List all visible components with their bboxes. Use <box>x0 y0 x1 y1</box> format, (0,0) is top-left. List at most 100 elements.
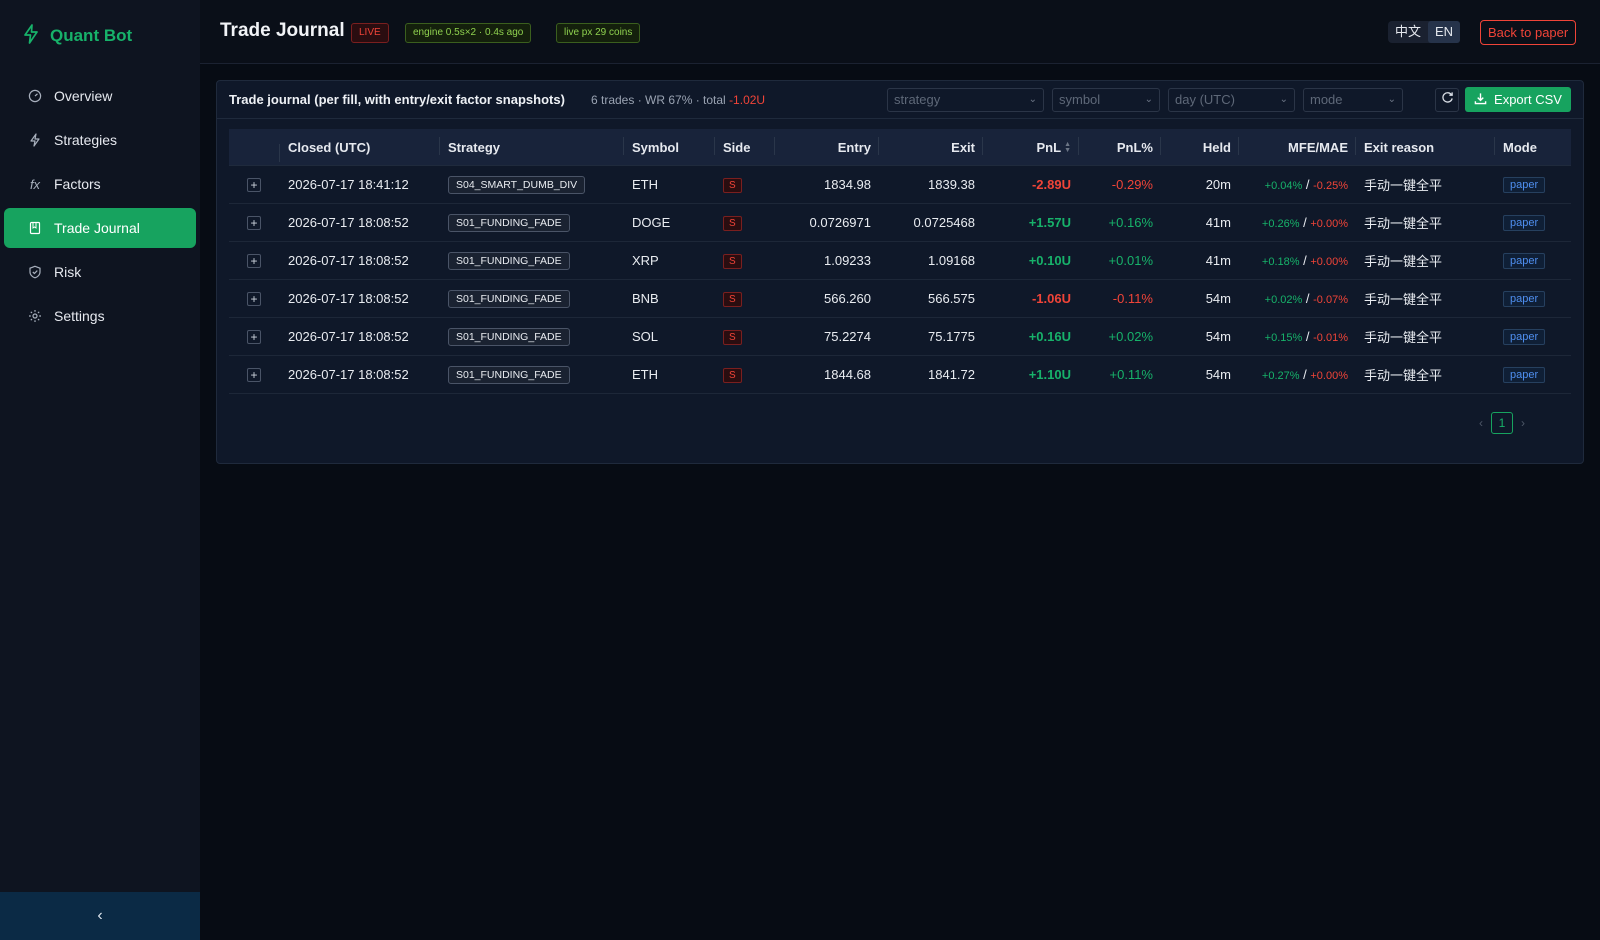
exit-reason-cell: 手动一键全平 <box>1364 368 1443 383</box>
strategy-cell: S01_FUNDING_FADE <box>440 289 624 308</box>
table-row[interactable]: +2026-07-17 18:08:52 S01_FUNDING_FADE DOGE… <box>229 204 1571 242</box>
mode-cell: paper <box>1495 290 1571 307</box>
lang-en-option[interactable]: EN <box>1428 21 1461 43</box>
expand-cell: + <box>229 329 280 344</box>
sidebar-item-trade-journal[interactable]: Trade Journal <box>4 208 196 248</box>
closed-cell: 2026-07-17 18:08:52 <box>288 367 409 382</box>
mae-value: -0.25% <box>1313 180 1348 192</box>
col-side[interactable]: Side <box>715 136 775 155</box>
mfe-value: +0.04% <box>1264 180 1303 192</box>
mae-value: +0.00% <box>1310 370 1348 382</box>
mfe-mae-cell: +0.18% / +0.00% <box>1261 253 1348 268</box>
symbol-filter-select[interactable]: symbol ⌄ <box>1052 88 1160 112</box>
lang-zh-option[interactable]: 中文 <box>1388 21 1428 43</box>
dashboard-icon <box>28 89 42 103</box>
page-title: Trade Journal <box>220 20 345 41</box>
col-entry[interactable]: Entry <box>775 136 879 155</box>
brand[interactable]: Quant Bot <box>22 23 132 49</box>
col-closed[interactable]: Closed (UTC) <box>280 136 440 155</box>
col-exit[interactable]: Exit <box>879 136 983 155</box>
expand-row-button[interactable]: + <box>247 253 261 268</box>
side-badge: S <box>723 368 742 383</box>
mode-cell: paper <box>1495 328 1571 345</box>
sidebar-item-settings[interactable]: Settings <box>4 296 196 336</box>
collapse-sidebar-button[interactable]: ‹ <box>0 892 200 940</box>
table-row[interactable]: +2026-07-17 18:08:52 S01_FUNDING_FADE XRP S… <box>229 242 1571 280</box>
mode-cell: paper <box>1495 252 1571 269</box>
exit-cell: 1841.72 <box>928 367 975 382</box>
expand-row-button[interactable]: + <box>247 329 261 344</box>
expand-row-button[interactable]: + <box>247 215 261 230</box>
table-row[interactable]: +2026-07-17 18:08:52 S01_FUNDING_FADE BNB S… <box>229 280 1571 318</box>
table-row[interactable]: +2026-07-17 18:41:12 S04_SMART_DUMB_DIV ET… <box>229 166 1571 204</box>
mae-value: -0.01% <box>1313 332 1348 344</box>
chevron-down-icon: ⌄ <box>1144 94 1153 105</box>
col-pnl-sortable[interactable]: PnL ▲ ▼ <box>983 136 1079 155</box>
col-mfe-mae[interactable]: MFE/MAE <box>1239 136 1356 155</box>
refresh-button[interactable] <box>1435 88 1459 112</box>
language-switch: 中文 EN <box>1388 21 1461 43</box>
side-cell: S <box>715 366 775 383</box>
refresh-icon <box>1441 91 1454 109</box>
mode-filter-select[interactable]: mode ⌄ <box>1303 88 1403 112</box>
strategy-cell: S04_SMART_DUMB_DIV <box>440 175 624 194</box>
col-symbol[interactable]: Symbol <box>624 136 715 155</box>
next-page-button[interactable]: › <box>1521 416 1525 430</box>
strategy-cell: S01_FUNDING_FADE <box>440 365 624 384</box>
exit-cell: 1.09168 <box>928 253 975 268</box>
expand-cell: + <box>229 177 280 192</box>
sidebar-item-strategies[interactable]: Strategies <box>4 120 196 160</box>
mode-cell: paper <box>1495 366 1571 383</box>
card-header: Trade journal (per fill, with entry/exit… <box>217 81 1583 119</box>
sidebar-item-risk[interactable]: Risk <box>4 252 196 292</box>
col-held[interactable]: Held <box>1161 136 1239 155</box>
exit-reason-cell: 手动一键全平 <box>1364 292 1443 307</box>
expand-row-button[interactable]: + <box>247 291 261 306</box>
summary-total: -1.02U <box>729 93 766 107</box>
back-to-paper-button[interactable]: Back to paper <box>1480 20 1577 45</box>
pnl-pct-cell: +0.16% <box>1108 215 1153 230</box>
strategy-filter-placeholder: strategy <box>894 92 941 107</box>
sidebar-item-overview[interactable]: Overview <box>4 76 196 116</box>
export-csv-button[interactable]: Export CSV <box>1465 87 1571 112</box>
strategy-filter-select[interactable]: strategy ⌄ <box>887 88 1044 112</box>
table-header: Closed (UTC) Strategy Symbol Side Entry … <box>229 129 1571 166</box>
shield-icon <box>28 265 42 279</box>
col-pnl-pct[interactable]: PnL% <box>1079 136 1161 155</box>
side-badge: S <box>723 254 742 269</box>
page-1-button[interactable]: 1 <box>1491 412 1513 434</box>
gear-icon <box>28 309 42 323</box>
strategy-tag: S01_FUNDING_FADE <box>448 213 570 232</box>
table-row[interactable]: +2026-07-17 18:08:52 S01_FUNDING_FADE SOL S… <box>229 318 1571 356</box>
held-cell: 41m <box>1205 215 1231 230</box>
expand-cell: + <box>229 215 280 230</box>
symbol-cell: DOGE <box>632 215 671 230</box>
mode-cell: paper <box>1495 214 1571 231</box>
sidebar-item-label: Overview <box>54 88 113 104</box>
day-filter-select[interactable]: day (UTC) ⌄ <box>1168 88 1295 112</box>
mfe-value: +0.27% <box>1261 370 1300 382</box>
pnl-cell: +0.16U <box>1028 329 1071 344</box>
pnl-cell: +0.10U <box>1028 253 1071 268</box>
side-badge: S <box>723 178 742 193</box>
pnl-cell: -1.06U <box>1031 291 1071 306</box>
col-exit-reason[interactable]: Exit reason <box>1356 136 1495 155</box>
sort-icon: ▲ ▼ <box>1064 141 1071 155</box>
table-body: +2026-07-17 18:41:12 S04_SMART_DUMB_DIV ET… <box>229 166 1571 394</box>
expand-row-button[interactable]: + <box>247 177 261 192</box>
prev-page-button[interactable]: ‹ <box>1479 416 1483 430</box>
bolt-logo-icon <box>22 23 40 49</box>
sidebar-item-factors[interactable]: fx Factors <box>4 164 196 204</box>
table-row[interactable]: +2026-07-17 18:08:52 S01_FUNDING_FADE ETH S… <box>229 356 1571 394</box>
side-cell: S <box>715 290 775 307</box>
sidebar-item-label: Risk <box>54 264 82 280</box>
closed-cell: 2026-07-17 18:08:52 <box>288 253 409 268</box>
chevron-left-icon: ‹ <box>97 907 103 924</box>
entry-cell: 1844.68 <box>824 367 871 382</box>
col-mode[interactable]: Mode <box>1495 140 1571 155</box>
mfe-mae-cell: +0.04% / -0.25% <box>1264 177 1348 192</box>
expand-row-button[interactable]: + <box>247 367 261 382</box>
col-strategy[interactable]: Strategy <box>440 136 624 155</box>
side-cell: S <box>715 252 775 269</box>
closed-cell: 2026-07-17 18:41:12 <box>288 177 409 192</box>
